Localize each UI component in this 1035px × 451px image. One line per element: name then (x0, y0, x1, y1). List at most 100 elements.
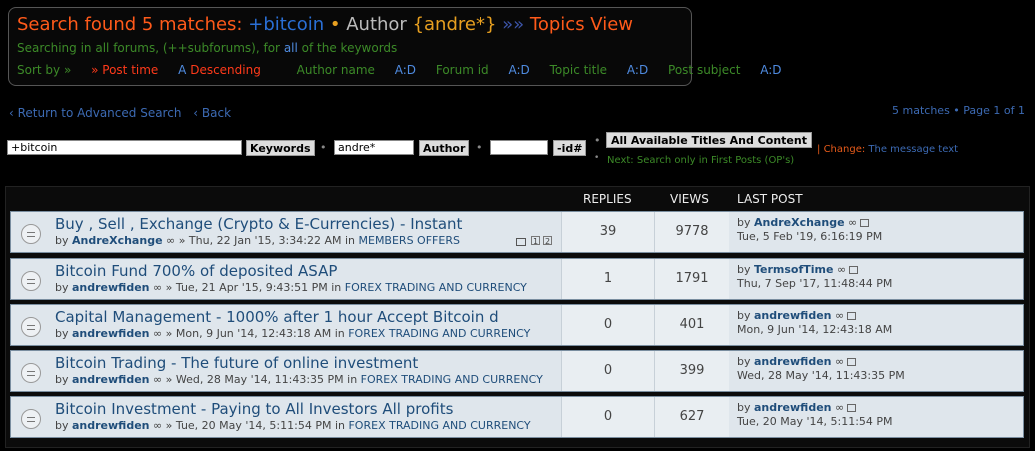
change-option: | Change: The message text (817, 144, 958, 155)
sort-post-time[interactable]: » Post time A Descending (91, 63, 277, 77)
scope-suffix: of the keywords (297, 41, 398, 55)
id-button[interactable]: -id# (553, 140, 587, 156)
topic-forum[interactable]: MEMBERS OFFERS (359, 234, 460, 247)
topic-views: 399 (654, 351, 729, 391)
topic-icon (21, 317, 41, 337)
infinity-icon: ∞ (153, 419, 163, 432)
infinity-icon: ∞ (166, 234, 176, 247)
topic-title[interactable]: Bitcoin Trading - The future of online i… (55, 354, 418, 372)
topic-replies: 0 (561, 397, 654, 437)
id-input[interactable] (490, 140, 548, 155)
topic-title[interactable]: Bitcoin Fund 700% of deposited ASAP (55, 262, 337, 280)
author-value[interactable]: {andre*} (413, 14, 497, 35)
topic-views: 9778 (654, 212, 729, 252)
lp-by-label: by (737, 355, 751, 368)
last-post-column-header[interactable]: LAST POST (737, 192, 803, 206)
sort-post-time-ad[interactable]: A (178, 63, 186, 77)
topic-author[interactable]: andrewfiden (72, 327, 150, 340)
topic-forum[interactable]: FOREX TRADING AND CURRENCY (348, 327, 530, 340)
return-to-advanced-search-link[interactable]: ‹ Return to Advanced Search (9, 106, 181, 120)
last-post-author[interactable]: andrewfiden (754, 309, 832, 322)
sort-label: Sort by » (17, 63, 72, 77)
views-column-header[interactable]: VIEWS (670, 192, 709, 206)
scope-all-link[interactable]: all (284, 41, 298, 55)
page-link[interactable]: 2 (543, 236, 552, 246)
last-post-date: Mon, 9 Jun '14, 12:43:18 AM (737, 323, 893, 336)
last-post-author[interactable]: andrewfiden (754, 401, 832, 414)
sort-descending[interactable]: Descending (190, 63, 261, 77)
separator-bullet: • (329, 14, 341, 35)
topic-replies: 1 (561, 259, 654, 299)
last-post-info: by andrewfiden ∞ Tue, 20 May '14, 5:11:54… (737, 401, 893, 429)
author-button[interactable]: Author (419, 140, 470, 156)
keywords-button[interactable]: Keywords (246, 140, 315, 156)
topic-meta: by andrewfiden ∞ » Tue, 21 Apr '15, 9:43… (55, 281, 527, 294)
sort-subject-ad[interactable]: A:D (760, 63, 781, 77)
topic-author[interactable]: andrewfiden (72, 281, 150, 294)
go-to-last-post-icon[interactable] (860, 219, 870, 227)
topic-title[interactable]: Buy , Sell , Exchange (Crypto & E-Curren… (55, 215, 462, 233)
topic-row[interactable]: Buy , Sell , Exchange (Crypto & E-Curren… (10, 211, 1024, 253)
sort-post-time-label: » Post time (91, 63, 159, 77)
sort-author-name[interactable]: Author name A:D (297, 63, 416, 77)
topic-author[interactable]: andrewfiden (72, 373, 150, 386)
lp-by-label: by (737, 309, 751, 322)
topic-title[interactable]: Capital Management - 1000% after 1 hour … (55, 308, 499, 326)
topic-author[interactable]: andrewfiden (72, 419, 150, 432)
all-titles-content-button[interactable]: All Available Titles And Content (606, 132, 812, 148)
topic-forum[interactable]: FOREX TRADING AND CURRENCY (345, 281, 527, 294)
change-value-link[interactable]: The message text (868, 144, 958, 155)
topic-title[interactable]: Bitcoin Investment - Paying to All Inves… (55, 400, 453, 418)
by-label: by (55, 373, 69, 386)
keywords-input[interactable] (7, 140, 242, 155)
sort-options: Sort by » » Post time A Descending Autho… (17, 63, 798, 77)
infinity-icon: ∞ (835, 401, 845, 414)
last-post-info: by TermsofTime ∞ Thu, 7 Sep '17, 11:48:44… (737, 263, 892, 291)
search-summary-title: Search found 5 matches: +bitcoin • Autho… (17, 14, 633, 35)
keyword-text[interactable]: +bitcoin (248, 14, 324, 35)
topic-row[interactable]: Bitcoin Fund 700% of deposited ASAP by an… (10, 258, 1024, 300)
topics-view-link[interactable]: Topics View (530, 14, 633, 35)
sort-subject-label: Post subject (668, 63, 741, 77)
sort-topic-title[interactable]: Topic title A:D (550, 63, 649, 77)
sort-post-subject[interactable]: Post subject A:D (668, 63, 782, 77)
topic-meta: by AndreXchange ∞ » Thu, 22 Jan '15, 3:3… (55, 234, 460, 247)
replies-column-header[interactable]: REPLIES (583, 192, 632, 206)
page-link[interactable]: 1 (531, 236, 540, 246)
topic-forum[interactable]: FOREX TRADING AND CURRENCY (361, 373, 543, 386)
sort-forum-id[interactable]: Forum id A:D (436, 63, 530, 77)
go-to-last-post-icon[interactable] (847, 358, 857, 366)
sort-author-ad[interactable]: A:D (395, 63, 416, 77)
last-post-author[interactable]: TermsofTime (754, 263, 833, 276)
topic-row[interactable]: Bitcoin Investment - Paying to All Inves… (10, 396, 1024, 438)
sort-topic-ad[interactable]: A:D (627, 63, 648, 77)
change-label: Change: (823, 144, 866, 155)
topic-author[interactable]: AndreXchange (72, 234, 163, 247)
topic-icon (21, 224, 41, 244)
first-posts-only-link[interactable]: Next: Search only in First Posts (OP's) (607, 155, 794, 166)
back-link[interactable]: ‹ Back (193, 106, 231, 120)
last-post-author[interactable]: andrewfiden (754, 355, 832, 368)
go-to-last-post-icon[interactable] (847, 404, 857, 412)
go-to-last-post-icon[interactable] (847, 312, 857, 320)
separator-dot: • (594, 153, 600, 163)
scope-prefix: Searching in all forums, (++subforums), … (17, 41, 284, 55)
separator-dot: • (476, 141, 483, 154)
lp-by-label: by (737, 263, 751, 276)
author-input[interactable] (334, 140, 414, 155)
topic-row[interactable]: Bitcoin Trading - The future of online i… (10, 350, 1024, 392)
infinity-icon: ∞ (153, 373, 163, 386)
topic-row[interactable]: Capital Management - 1000% after 1 hour … (10, 304, 1024, 346)
matches-text: Search found 5 matches: (17, 14, 243, 35)
topic-meta: by andrewfiden ∞ » Mon, 9 Jun '14, 12:43… (55, 327, 530, 340)
last-post-date: Tue, 5 Feb '19, 6:16:19 PM (737, 230, 883, 243)
topic-views: 627 (654, 397, 729, 437)
last-post-info: by AndreXchange ∞ Tue, 5 Feb '19, 6:16:19… (737, 216, 882, 244)
last-post-date: Thu, 7 Sep '17, 11:48:44 PM (737, 277, 893, 290)
by-label: by (55, 419, 69, 432)
topic-forum[interactable]: FOREX TRADING AND CURRENCY (348, 419, 530, 432)
last-post-author[interactable]: AndreXchange (754, 216, 845, 229)
go-to-last-post-icon[interactable] (849, 266, 859, 274)
topic-replies: 0 (561, 305, 654, 345)
sort-forum-ad[interactable]: A:D (509, 63, 530, 77)
